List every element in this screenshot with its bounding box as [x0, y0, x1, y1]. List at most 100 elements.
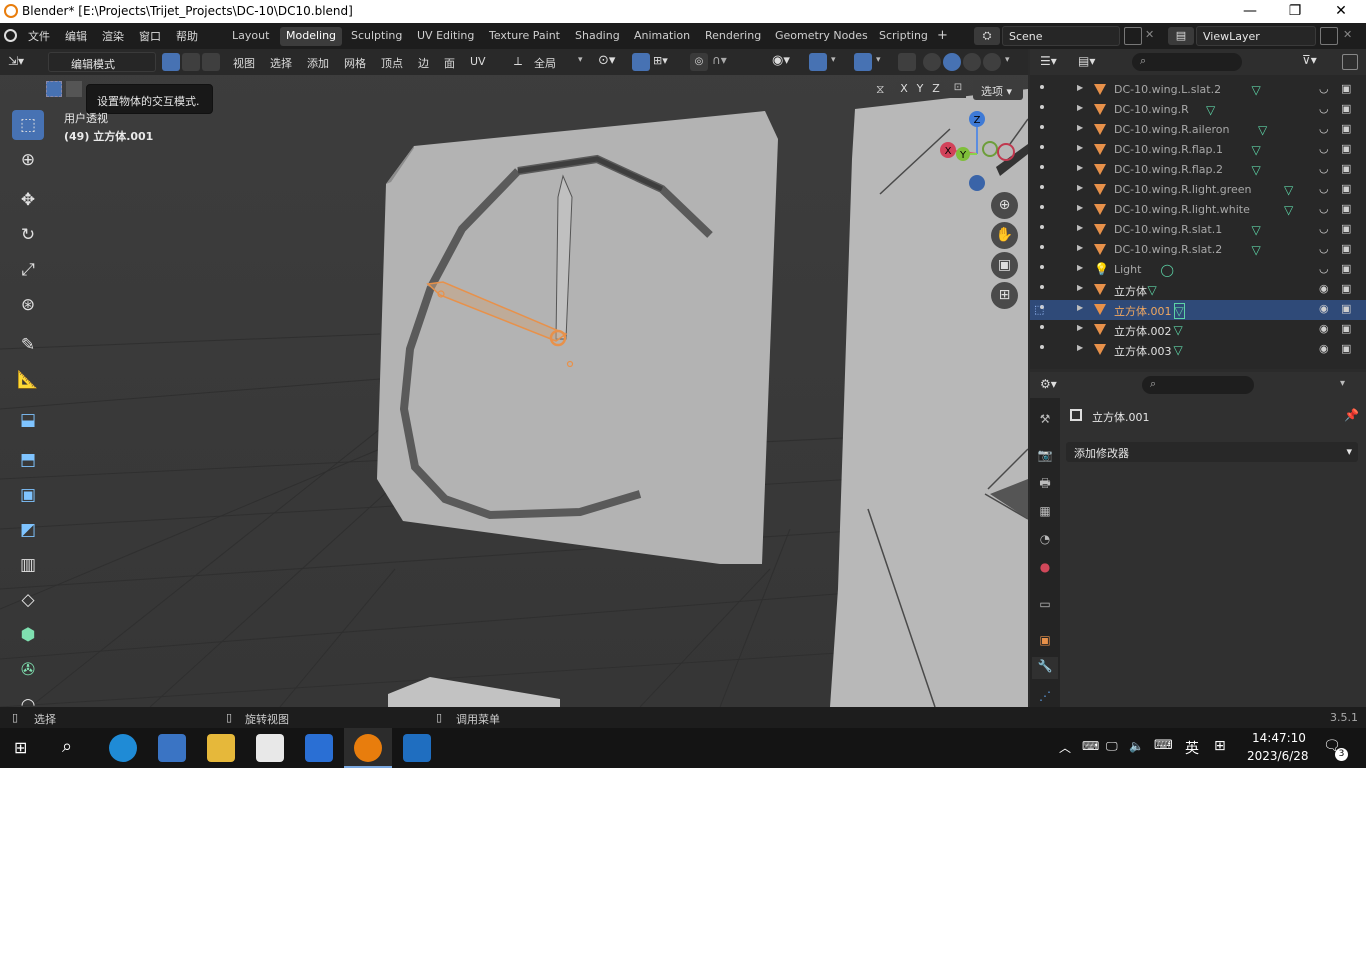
mesh-data-icon[interactable]: ▽ [1148, 283, 1157, 297]
tab-uv-editing[interactable]: UV Editing [411, 27, 480, 46]
mesh-data-icon[interactable]: ▽ [1252, 243, 1261, 257]
outliner-search-field[interactable]: ⌕ [1132, 53, 1242, 71]
visibility-dot-icon[interactable] [1040, 145, 1044, 149]
edge-select-button[interactable] [182, 53, 200, 71]
keyboard-icon[interactable]: ⌨ [1154, 738, 1173, 753]
new-collection-icon[interactable] [1342, 54, 1358, 70]
modifier-tab-icon[interactable]: 🔧 [1032, 657, 1058, 679]
menu-mesh[interactable]: 网格 [344, 55, 366, 71]
scene-tab-icon[interactable]: ◔ [1036, 530, 1054, 548]
expand-arrow-icon[interactable]: ▶ [1077, 243, 1083, 252]
render-camera-icon[interactable]: ▣ [1341, 222, 1351, 235]
chevron-up-icon[interactable]: ︿ [1059, 739, 1071, 756]
tab-geometry-nodes[interactable]: Geometry Nodes [769, 27, 874, 46]
world-tab-icon[interactable]: ● [1036, 558, 1054, 576]
overlay-options-icon[interactable]: ▾ [876, 55, 881, 65]
outliner-row[interactable]: ▶ DC-10.wing.R.light.green ▽ ◡ ▣ [1030, 180, 1366, 200]
spin-tool-icon[interactable]: ✇ [12, 655, 44, 685]
tab-animation[interactable]: Animation [628, 27, 696, 46]
expand-arrow-icon[interactable]: ▶ [1077, 203, 1083, 212]
gizmo-toggle-icon[interactable] [809, 53, 827, 71]
pivot-point-icon[interactable]: ⊙▾ [598, 53, 615, 68]
outliner-row[interactable]: ▶ DC-10.wing.R.light.white ▽ ◡ ▣ [1030, 200, 1366, 220]
outliner-row[interactable]: ▶ 立方体 ▽ ◉ ▣ [1030, 280, 1366, 300]
outliner-row[interactable]: ▶ DC-10.wing.R.aileron ▽ ◡ ▣ [1030, 120, 1366, 140]
outliner-row[interactable]: ▶ DC-10.wing.L.slat.2 ▽ ◡ ▣ [1030, 80, 1366, 100]
mesh-data-icon[interactable]: ◯ [1161, 263, 1174, 277]
extrude-tool-icon[interactable]: ⬒ [12, 445, 44, 475]
eye-icon[interactable]: ◉ [1319, 302, 1329, 315]
poly-build-tool-icon[interactable]: ⬢ [12, 620, 44, 650]
select-box-tool-icon[interactable]: ⬚ [12, 110, 44, 140]
menu-face[interactable]: 面 [444, 55, 455, 71]
close-button[interactable]: ✕ [1318, 0, 1364, 23]
expand-arrow-icon[interactable]: ▶ [1077, 183, 1083, 192]
expand-arrow-icon[interactable]: ▶ [1077, 143, 1083, 152]
navigation-gizmo[interactable]: Z X Y [935, 108, 1020, 193]
hidden-eye-icon[interactable]: ◡ [1319, 82, 1329, 95]
app-icon[interactable] [158, 734, 186, 762]
move-tool-icon[interactable]: ✥ [12, 185, 44, 215]
auto-merge-icon[interactable]: ⊡ [950, 82, 966, 98]
visibility-dot-icon[interactable] [1040, 345, 1044, 349]
scene-selector[interactable]: Scene [1002, 26, 1120, 46]
menu-uv[interactable]: UV [470, 55, 486, 68]
expand-arrow-icon[interactable]: ▶ [1077, 223, 1083, 232]
zoom-icon[interactable]: ⊕ [991, 192, 1018, 219]
object-tab-icon[interactable]: ▣ [1036, 631, 1054, 649]
menu-select[interactable]: 选择 [270, 55, 292, 71]
overlay-toggle-icon[interactable] [854, 53, 872, 71]
pin-icon[interactable]: 📌 [1344, 408, 1359, 422]
rendered-shading-icon[interactable] [983, 53, 1001, 71]
tab-rendering[interactable]: Rendering [699, 27, 767, 46]
scale-tool-icon[interactable]: ⤢ [12, 255, 44, 285]
tab-modeling[interactable]: Modeling [280, 27, 343, 46]
filter-icon[interactable]: ⊽▾ [1302, 53, 1317, 67]
visibility-dot-icon[interactable] [1040, 85, 1044, 89]
proportional-edit-icon[interactable]: ◎ [690, 53, 708, 71]
render-camera-icon[interactable]: ▣ [1341, 242, 1351, 255]
add-cube-tool-icon[interactable]: ⬓ [12, 405, 44, 435]
render-camera-icon[interactable]: ▣ [1341, 202, 1351, 215]
snap-options-icon[interactable]: ⊞▾ [653, 54, 668, 67]
visibility-dot-icon[interactable] [1040, 225, 1044, 229]
visibility-dot-icon[interactable] [1040, 265, 1044, 269]
delete-view-layer-icon[interactable]: ✕ [1343, 28, 1352, 41]
edge-browser-icon[interactable] [109, 734, 137, 762]
collection-tab-icon[interactable]: ▭ [1036, 595, 1054, 613]
file-explorer-icon[interactable] [207, 734, 235, 762]
expand-arrow-icon[interactable]: ▶ [1077, 103, 1083, 112]
visibility-dot-icon[interactable] [1040, 245, 1044, 249]
3d-viewport[interactable] [0, 49, 1028, 707]
expand-arrow-icon[interactable]: ▶ [1077, 343, 1083, 352]
gizmo-options-icon[interactable]: ▾ [831, 55, 836, 65]
mesh-data-icon[interactable]: ▽ [1206, 103, 1215, 117]
delete-scene-icon[interactable]: ✕ [1145, 28, 1154, 41]
add-modifier-dropdown[interactable]: 添加修改器 ▾ [1066, 442, 1358, 462]
menu-add[interactable]: 添加 [307, 55, 329, 71]
mirror-x-toggle[interactable]: X [896, 82, 912, 98]
visibility-dot-icon[interactable] [1040, 325, 1044, 329]
eye-icon[interactable]: ◉ [1319, 322, 1329, 335]
mesh-data-icon[interactable]: ▽ [1173, 303, 1185, 319]
solid-shading-icon[interactable] [943, 53, 961, 71]
particles-tab-icon[interactable]: ⋰ [1036, 687, 1054, 705]
expand-arrow-icon[interactable]: ▶ [1077, 263, 1083, 272]
edit-mode-icon[interactable]: ⬚ [1034, 303, 1044, 316]
tab-shading[interactable]: Shading [569, 27, 626, 46]
hidden-eye-icon[interactable]: ◡ [1319, 222, 1329, 235]
menu-edit[interactable]: 编辑 [65, 28, 87, 44]
hidden-eye-icon[interactable]: ◡ [1319, 242, 1329, 255]
tool-tab-icon[interactable]: ⚒ [1036, 410, 1054, 428]
start-button-icon[interactable]: ⊞ [14, 739, 32, 757]
mesh-data-icon[interactable]: ▽ [1252, 143, 1261, 157]
new-view-layer-icon[interactable] [1320, 27, 1338, 45]
visibility-dot-icon[interactable] [1040, 205, 1044, 209]
eye-icon[interactable]: ◉ [1319, 282, 1329, 295]
cursor-tool-icon[interactable]: ⊕ [12, 145, 44, 175]
vertex-select-button[interactable] [162, 53, 180, 71]
ime-grid-icon[interactable]: ⊞ [1214, 738, 1226, 754]
camera-view-icon[interactable]: ▣ [991, 252, 1018, 279]
photos-icon[interactable] [403, 734, 431, 762]
view-layer-icon[interactable]: ▤ [1168, 27, 1194, 45]
